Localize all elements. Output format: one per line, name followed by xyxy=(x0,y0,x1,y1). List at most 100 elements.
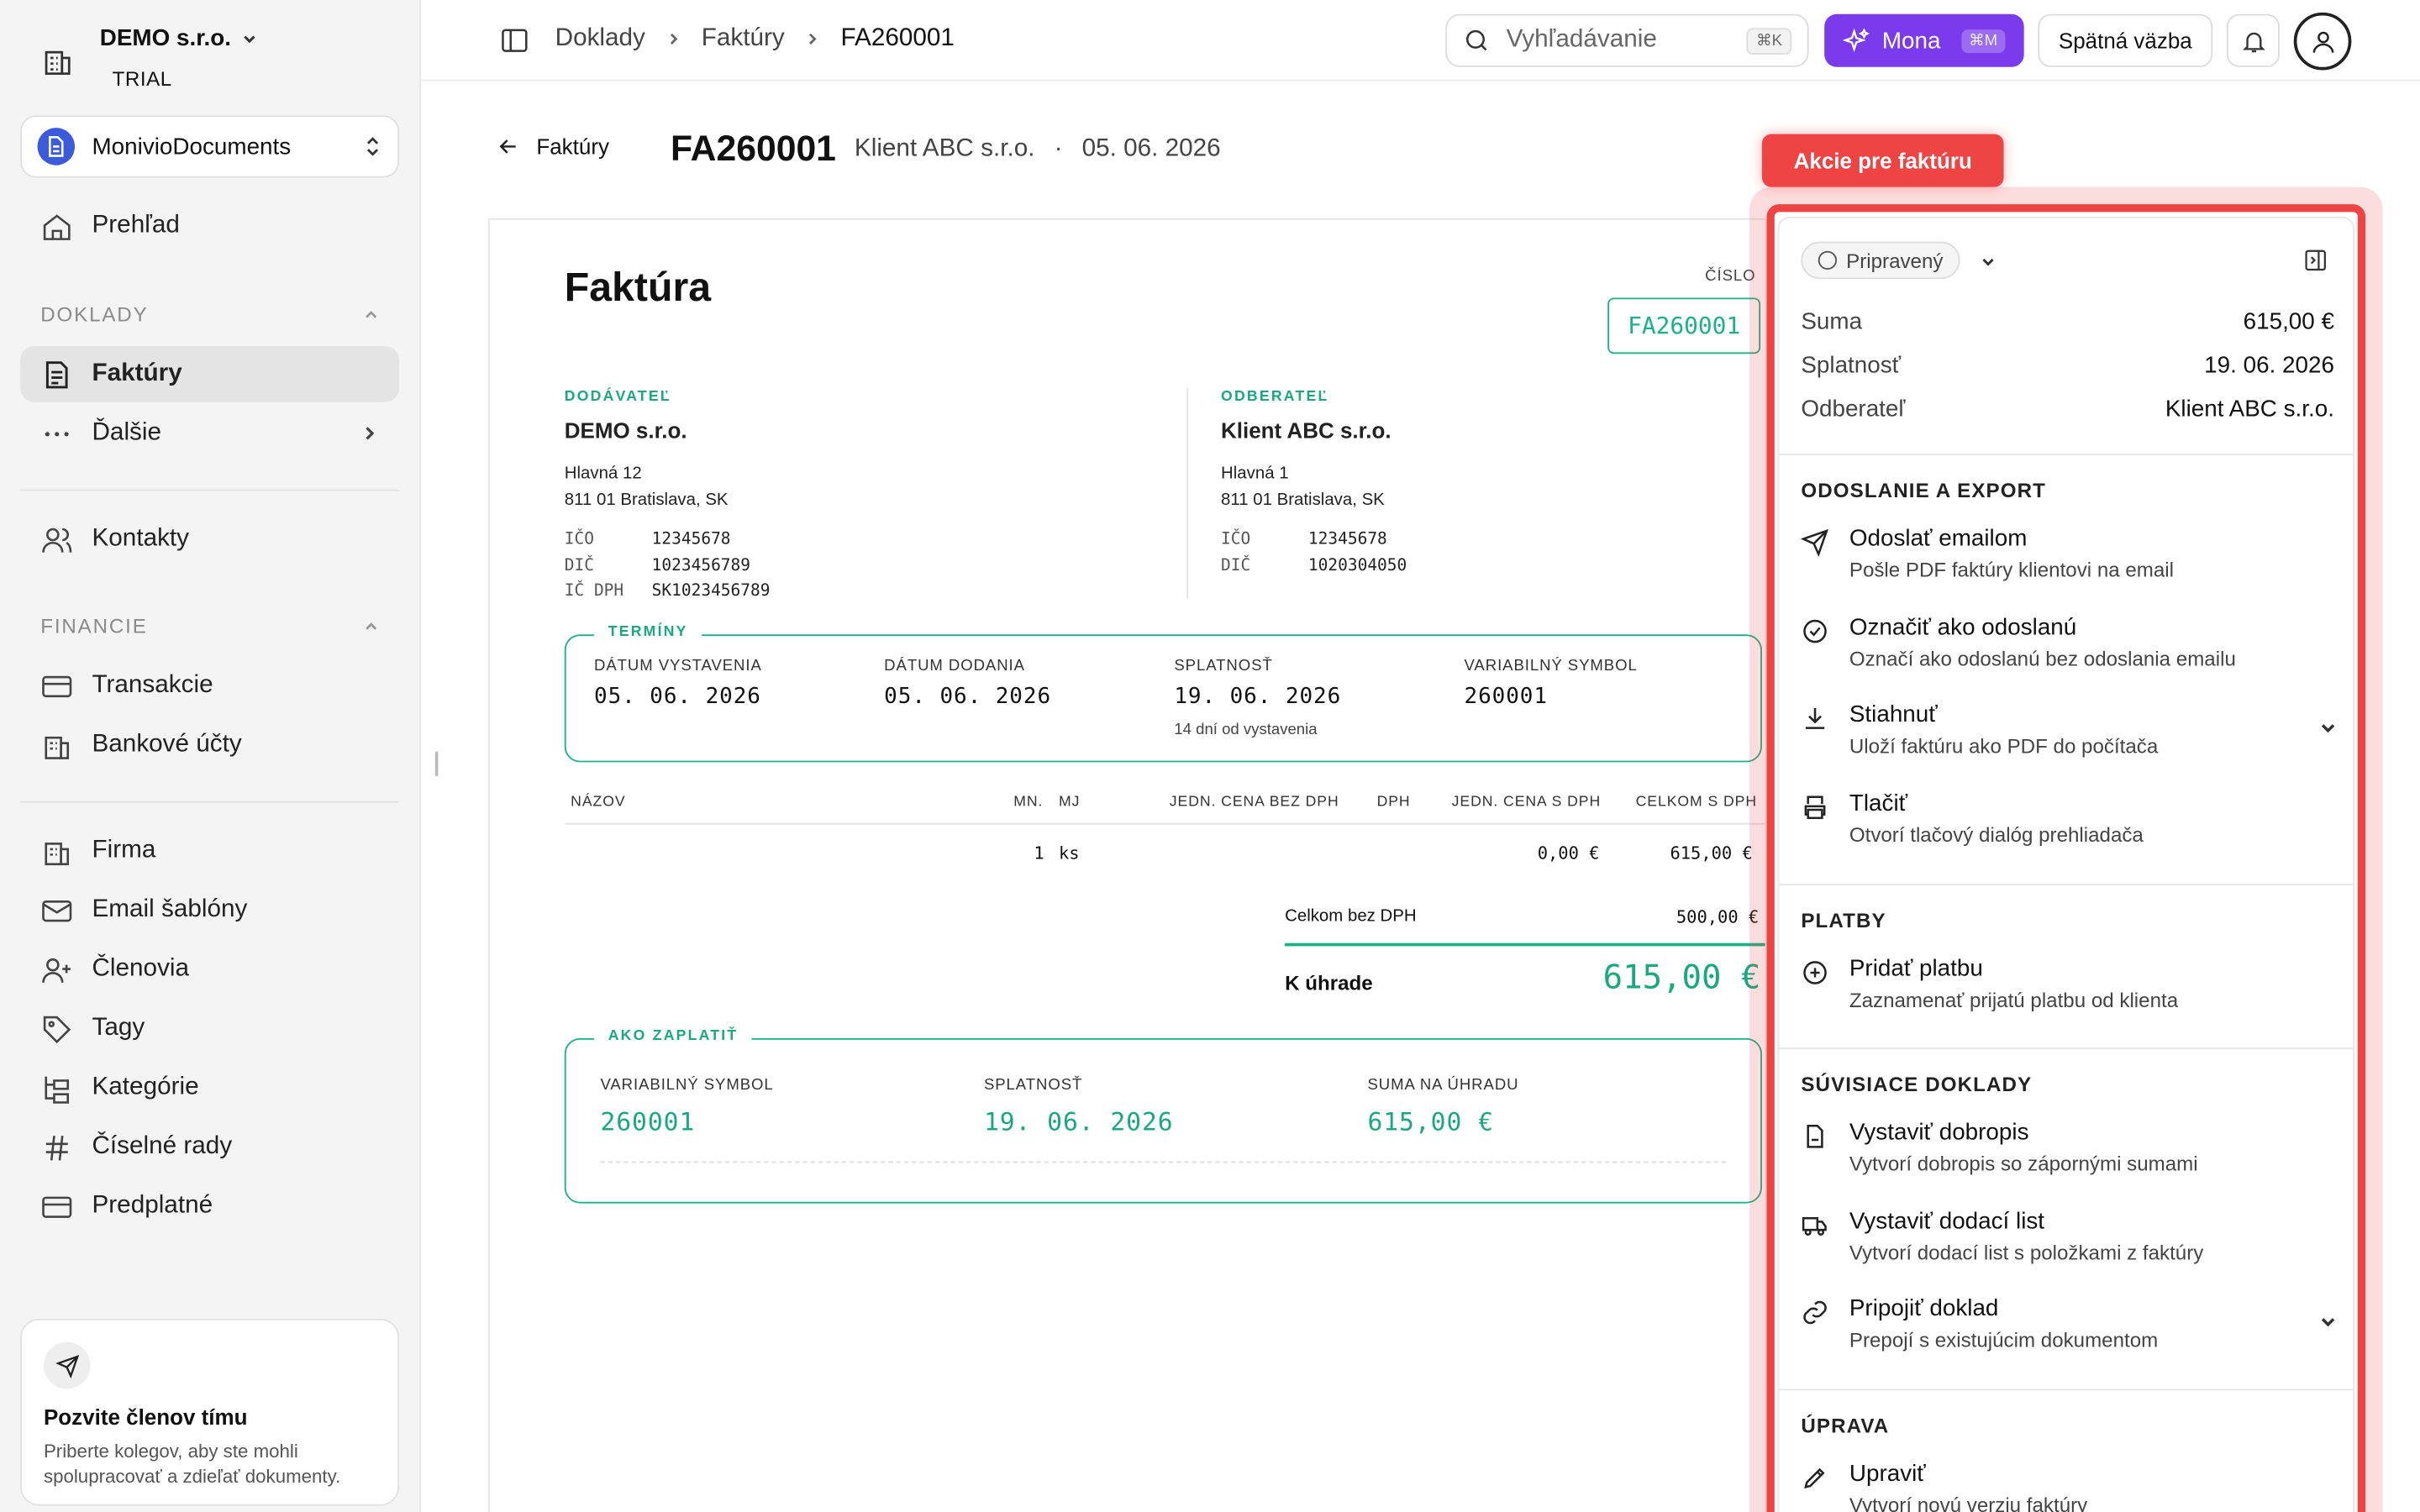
truck-icon xyxy=(1802,1216,1827,1236)
sidebar-toggle-icon[interactable] xyxy=(499,25,530,56)
action-title: Vystaviť dobropis xyxy=(1849,1119,2029,1146)
send-icon xyxy=(43,1341,91,1389)
vs-value: 260001 xyxy=(1464,684,1548,710)
invoice-title: Faktúra xyxy=(564,263,712,311)
due-date-col: SPLATNOSŤ 19. 06. 2026 14 dní od vystave… xyxy=(1174,658,1341,738)
col-unit-price: JEDN. CENA BEZ DPH xyxy=(1169,793,1339,811)
issue-date-label: DÁTUM VYSTAVENIA xyxy=(594,658,762,675)
nav-email-templates[interactable]: Email šablóny xyxy=(20,882,399,938)
org-switcher[interactable]: DEMO s.r.o. TRIAL xyxy=(40,22,259,91)
invoice-number-label: ČÍSLO xyxy=(1705,268,1756,286)
section-finance[interactable]: FINANCIE xyxy=(40,614,381,638)
payment-due: 19. 06. 2026 xyxy=(983,1106,1174,1137)
chevron-down-icon[interactable] xyxy=(1979,253,1997,271)
action-edit[interactable]: Upraviť Vytvorí novú verziu faktúry xyxy=(1801,1461,2338,1512)
back-link[interactable]: Faktúry xyxy=(496,134,609,159)
nav-bank-accounts[interactable]: Bankové účty xyxy=(20,717,399,774)
hash-icon xyxy=(45,1135,68,1160)
nav-members[interactable]: Členovia xyxy=(20,942,399,998)
section-label: FINANCIE xyxy=(40,614,148,638)
col-vat: DPH xyxy=(1376,793,1411,811)
header-date: 05. 06. 2026 xyxy=(1081,135,1221,162)
customer-ico: 12345678 xyxy=(1307,529,1387,549)
col-name: NÁZOV xyxy=(571,793,626,811)
download-icon xyxy=(1805,707,1825,729)
row-total: 615,00 € xyxy=(1670,843,1753,864)
nav-label: Členovia xyxy=(92,955,190,983)
supplier-icdph: SK1023456789 xyxy=(651,581,771,601)
nav-label: Transakcie xyxy=(92,671,213,699)
sidebar-resize-handle[interactable] xyxy=(434,751,439,777)
invite-card[interactable]: Pozvite členov tímu Priberte kolegov, ab… xyxy=(20,1318,400,1506)
mona-button[interactable]: Mona ⌘M xyxy=(1824,13,2024,67)
status-dropdown[interactable]: Pripravený xyxy=(1801,241,1960,280)
summary-amount: Suma 615,00 € xyxy=(1801,308,2334,335)
search-input[interactable]: Vyhľadávanie ⌘K xyxy=(1445,13,1809,67)
breadcrumb-current: FA260001 xyxy=(840,24,955,52)
nav-tags[interactable]: Tagy xyxy=(20,1000,399,1057)
action-print[interactable]: Tlačiť Otvorí tlačový dialóg prehliadača xyxy=(1801,790,2338,847)
user-icon xyxy=(2312,30,2333,52)
payment-amount: 615,00 € xyxy=(1367,1106,1494,1137)
section-docs[interactable]: DOKLADY xyxy=(40,302,381,326)
action-credit-note[interactable]: Vystaviť dobropis Vytvorí dobropis so záp… xyxy=(1801,1119,2338,1175)
action-desc: Vytvorí dobropis so zápornými sumami xyxy=(1849,1152,2198,1176)
search-shortcut: ⌘K xyxy=(1746,27,1792,55)
col-total: CELKOM S DPH xyxy=(1635,793,1757,811)
bell-icon xyxy=(2242,31,2265,52)
chevron-down-icon[interactable] xyxy=(2317,1311,2339,1333)
workspace-switcher[interactable]: MonivioDocuments xyxy=(20,115,400,178)
section-label: DOKLADY xyxy=(40,302,149,326)
action-download[interactable]: Stiahnuť Uloží faktúru ako PDF do počítač… xyxy=(1801,701,2338,758)
action-desc: Vytvorí dodací list s položkami z faktúr… xyxy=(1849,1241,2204,1264)
page-subtitle: Klient ABC s.r.o. · 05. 06. 2026 xyxy=(855,135,1221,163)
check-circle-icon xyxy=(1803,619,1827,643)
vs-label: VARIABILNÝ SYMBOL xyxy=(1464,658,1638,675)
chevron-down-icon[interactable] xyxy=(2317,717,2339,739)
nav-overview[interactable]: Prehľad xyxy=(20,198,399,255)
action-attach-document[interactable]: Pripojiť doklad Prepojí s existujúcim dok… xyxy=(1801,1295,2338,1352)
customer-city: 811 01 Bratislava, SK xyxy=(1221,491,1385,510)
nav-more[interactable]: Ďalšie xyxy=(20,405,399,461)
chevron-right-icon xyxy=(366,427,375,440)
nav-subscription[interactable]: Predplatné xyxy=(20,1179,399,1235)
nav-company[interactable]: Firma xyxy=(20,823,399,879)
plan-badge: TRIAL xyxy=(112,66,172,91)
divider xyxy=(20,489,400,491)
nav-number-series[interactable]: Číselné rady xyxy=(20,1119,399,1175)
action-desc: Označí ako odoslanú bez odoslania emailu xyxy=(1849,647,2236,670)
action-add-payment[interactable]: Pridať platbu Zaznamenať prijatú platbu o… xyxy=(1801,955,2338,1011)
nav-invoices[interactable]: Faktúry xyxy=(20,345,400,402)
action-title: Tlačiť xyxy=(1849,790,1908,817)
summary-value: Klient ABC s.r.o. xyxy=(2165,396,2334,423)
action-desc: Vytvorí novú verziu faktúry xyxy=(1849,1493,2088,1512)
breadcrumb-invoices[interactable]: Faktúry xyxy=(702,25,785,53)
payment-amount-label: SUMA NA ÚHRADU xyxy=(1367,1077,1519,1095)
nav-contacts[interactable]: Kontakty xyxy=(20,512,399,568)
divider xyxy=(1779,884,2354,886)
nav-categories[interactable]: Kategórie xyxy=(20,1060,399,1116)
customer-block: ODBERATEĽ Klient ABC s.r.o. Hlavná 1 811… xyxy=(1221,388,1407,578)
invite-text: Priberte kolegov, aby ste mohli spolupra… xyxy=(43,1440,341,1488)
feedback-button[interactable]: Spätná väzba xyxy=(2038,13,2213,67)
action-title: Upraviť xyxy=(1849,1460,1926,1488)
issue-date: 05. 06. 2026 xyxy=(594,684,761,710)
divider xyxy=(1186,388,1189,599)
action-title: Pridať platbu xyxy=(1849,955,1983,983)
action-send-email[interactable]: Odoslať emailom Pošle PDF faktúry kliento… xyxy=(1801,525,2338,581)
annotation-label: Akcie pre faktúru xyxy=(1761,134,2004,187)
divider xyxy=(1779,1047,2354,1049)
page-title: FA260001 xyxy=(670,128,836,169)
divider xyxy=(1779,1389,2354,1391)
customer-dic-label: DIČ xyxy=(1221,555,1251,575)
notifications-button[interactable] xyxy=(2226,13,2281,67)
chevron-down-icon xyxy=(244,34,255,43)
breadcrumb-docs[interactable]: Doklady xyxy=(555,25,645,53)
collapse-panel-icon[interactable] xyxy=(2303,248,2328,273)
header-client: Klient ABC s.r.o. xyxy=(854,135,1035,162)
action-mark-sent[interactable]: Označiť ako odoslanú Označí ako odoslanú … xyxy=(1801,614,2338,670)
action-delivery-note[interactable]: Vystaviť dodací list Vytvorí dodací list … xyxy=(1801,1208,2338,1264)
document-icon xyxy=(37,128,76,165)
avatar[interactable] xyxy=(2293,12,2352,71)
nav-transactions[interactable]: Transakcie xyxy=(20,658,399,714)
